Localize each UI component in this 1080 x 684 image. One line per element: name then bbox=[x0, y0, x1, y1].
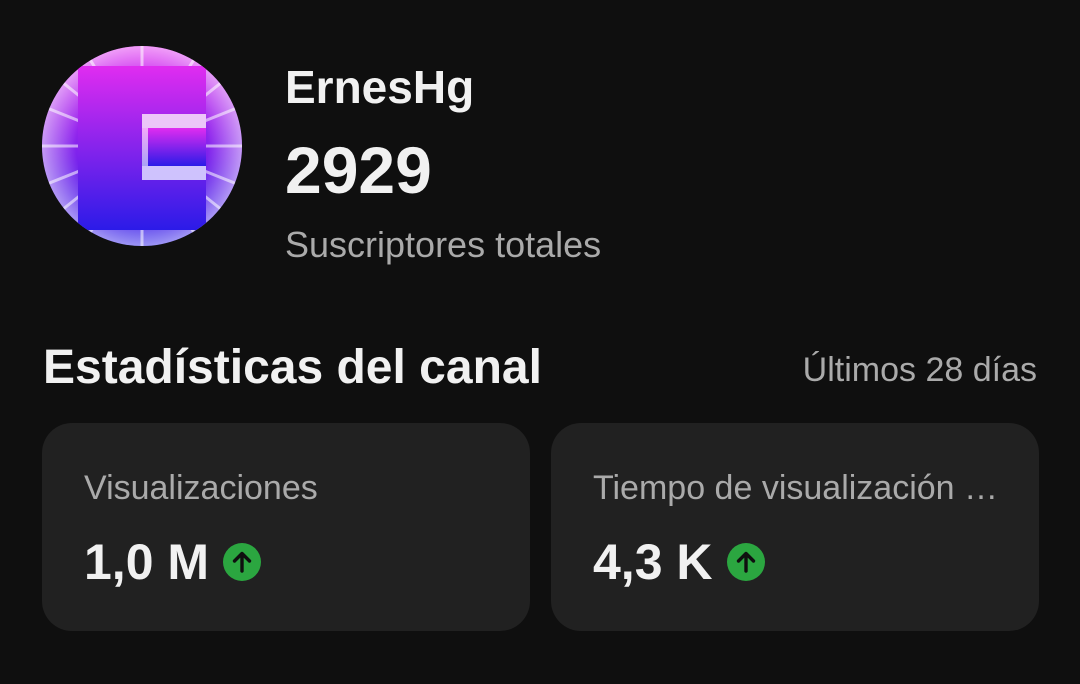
stat-card-label: Tiempo de visualización (horas) bbox=[593, 469, 1003, 507]
arrow-up-icon bbox=[726, 543, 765, 581]
subscriber-label: Suscriptores totales bbox=[285, 224, 602, 265]
stat-card-value-row: 4,3 K bbox=[593, 533, 765, 591]
period-label: Últimos 28 días bbox=[802, 351, 1037, 389]
subscriber-count: 2929 bbox=[285, 133, 432, 207]
channel-avatar-image bbox=[42, 46, 242, 246]
stat-card-value: 1,0 M bbox=[84, 534, 210, 590]
arrow-up-icon bbox=[223, 543, 262, 581]
stat-card-value-row: 1,0 M bbox=[84, 533, 262, 591]
stat-card-label: Visualizaciones bbox=[84, 469, 318, 507]
stat-card-value: 4,3 K bbox=[593, 534, 713, 590]
section-title: Estadísticas del canal bbox=[43, 341, 542, 394]
channel-name: ErnesHg bbox=[285, 61, 475, 113]
channel-avatar[interactable] bbox=[42, 46, 242, 246]
stat-card-watch-time[interactable]: Tiempo de visualización (horas) 4,3 K bbox=[551, 423, 1039, 631]
stat-card-views[interactable]: Visualizaciones 1,0 M bbox=[42, 423, 530, 631]
